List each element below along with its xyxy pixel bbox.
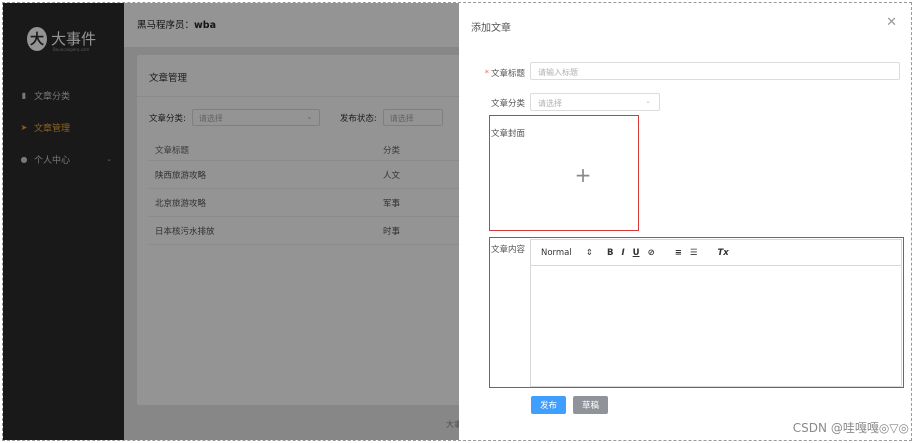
highlight-box-cover [489, 115, 639, 231]
app-frame: 黑马程序员：wba 文章管理 文章分类: 请选择 ⌄ 发布状态: 请选择 文章标… [2, 2, 912, 441]
add-article-drawer: 添加文章 ✕ * 文章标题 请输入标题 文章分类 请选择 ⌄ 文章封面 + 文章内… [459, 3, 911, 440]
category-label: 文章分类 [490, 99, 525, 109]
drawer-title: 添加文章 [471, 23, 511, 34]
title-label: * 文章标题 [465, 67, 525, 79]
title-placeholder: 请输入标题 [538, 68, 578, 77]
watermark: CSDN @哇嘎嘎◎▽◎ [792, 421, 909, 435]
chevron-down-icon: ⌄ [645, 97, 651, 105]
title-label-text: 文章标题 [490, 69, 525, 79]
category-select[interactable]: 请选择 ⌄ [530, 93, 660, 111]
category-placeholder: 请选择 [538, 99, 562, 108]
publish-button[interactable]: 发布 [531, 396, 566, 414]
close-icon[interactable]: ✕ [886, 15, 897, 30]
draft-button[interactable]: 草稿 [573, 396, 608, 414]
highlight-box-content [489, 237, 904, 388]
title-input[interactable]: 请输入标题 [530, 62, 900, 80]
required-mark: * [484, 69, 489, 79]
